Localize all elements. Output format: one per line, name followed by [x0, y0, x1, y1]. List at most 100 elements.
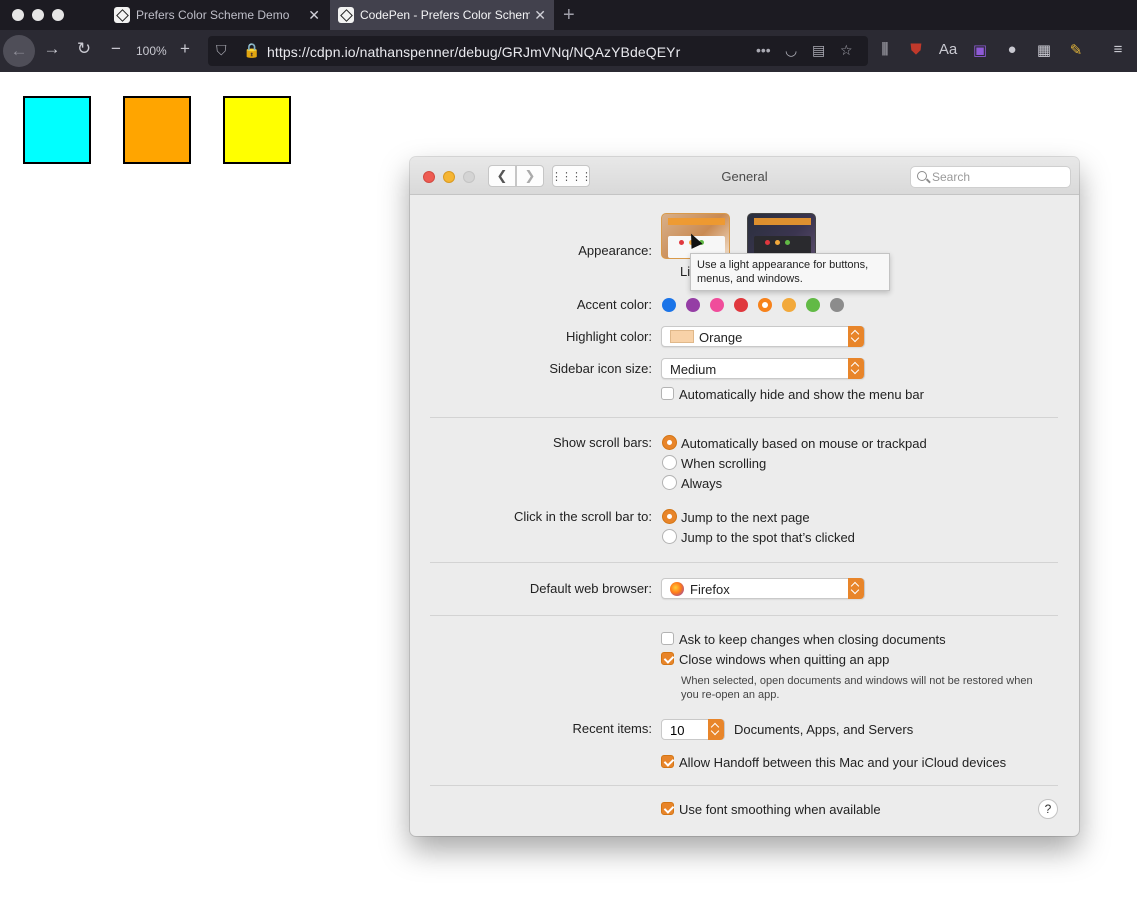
accent-color-swatch[interactable] [710, 298, 724, 312]
accent-color-swatch[interactable] [758, 298, 772, 312]
codepen-icon [114, 7, 130, 23]
sidebar-icon-size-value: Medium [670, 362, 717, 377]
yellow-square [223, 96, 291, 164]
jump-next-page-radio[interactable] [662, 509, 677, 524]
window-titlebar: ❮ ❯ ⋮⋮⋮⋮ General [410, 157, 1079, 195]
tab-prefers-color-scheme-demo[interactable]: Prefers Color Scheme Demo ✕ [104, 0, 328, 30]
sidebar-icon-size-label: Sidebar icon size: [549, 361, 652, 376]
scroll-auto-radio[interactable] [662, 435, 677, 450]
appearance-tooltip: Use a light appearance for buttons, menu… [690, 253, 890, 291]
highlight-color-label: Highlight color: [566, 329, 652, 344]
pencil-icon[interactable]: ✎ [1066, 41, 1086, 59]
browser-tab-bar: Prefers Color Scheme Demo ✕ CodePen - Pr… [0, 0, 1137, 30]
popup-arrows-icon [708, 719, 724, 740]
search-icon [917, 171, 927, 181]
font-icon[interactable]: Aa [938, 41, 958, 58]
divider [430, 417, 1058, 418]
lock-icon[interactable]: 🔒 [243, 42, 260, 59]
extension-icon[interactable]: ▦ [1034, 41, 1054, 59]
font-smoothing-label[interactable]: Use font smoothing when available [679, 802, 881, 817]
jump-next-page-label[interactable]: Jump to the next page [681, 510, 810, 525]
recent-items-value: 10 [670, 723, 685, 738]
reload-button[interactable]: ↻ [72, 39, 96, 59]
accent-color-label: Accent color: [576, 297, 652, 312]
zoom-level[interactable]: 100% [136, 44, 167, 58]
tab-title: Prefers Color Scheme Demo [136, 8, 290, 22]
appearance-label: Appearance: [578, 243, 652, 258]
close-tab-icon[interactable]: ✕ [308, 7, 320, 24]
appearance-light-caption: Li [680, 264, 691, 279]
zoom-in-button[interactable]: + [173, 39, 197, 59]
handoff-label[interactable]: Allow Handoff between this Mac and your … [679, 755, 1006, 770]
divider [430, 562, 1058, 563]
url-bar[interactable]: ⛉ 🔒 https://cdpn.io/nathanspenner/debug/… [208, 36, 868, 66]
search-field[interactable] [910, 166, 1071, 188]
ublock-icon[interactable]: ⛊ [906, 41, 926, 58]
sidebar-icon-size-popup[interactable]: Medium [661, 358, 865, 379]
zoom-out-button[interactable]: − [104, 39, 128, 59]
menu-icon[interactable]: ≡ [1108, 41, 1128, 58]
browser-nav-bar: ← → ↻ − 100% + ⛉ 🔒 https://cdpn.io/natha… [0, 30, 1137, 72]
popup-arrows-icon [848, 358, 864, 379]
codepen-icon [338, 7, 354, 23]
window-minimize-button[interactable] [32, 9, 44, 21]
accent-color-swatch[interactable] [686, 298, 700, 312]
forward-button[interactable]: → [40, 39, 64, 59]
popup-arrows-icon [848, 578, 864, 599]
accent-color-swatch[interactable] [662, 298, 676, 312]
back-button[interactable]: ← [3, 35, 35, 67]
bookmark-star-icon[interactable]: ☆ [840, 42, 853, 59]
show-scroll-bars-label: Show scroll bars: [553, 435, 652, 450]
orange-square [123, 96, 191, 164]
jump-to-spot-label[interactable]: Jump to the spot that’s clicked [681, 530, 855, 545]
handoff-checkbox[interactable] [661, 755, 674, 768]
account-icon[interactable]: ● [1002, 41, 1022, 58]
tab-title: CodePen - Prefers Color Schem [360, 8, 530, 22]
help-button[interactable]: ? [1038, 799, 1058, 819]
tab-codepen[interactable]: CodePen - Prefers Color Schem ✕ [330, 0, 554, 30]
firefox-icon [670, 582, 684, 596]
jump-to-spot-radio[interactable] [662, 529, 677, 544]
shield-icon[interactable]: ⛉ [216, 42, 227, 59]
accent-color-swatch[interactable] [830, 298, 844, 312]
recent-items-suffix: Documents, Apps, and Servers [734, 722, 914, 737]
highlight-color-popup[interactable]: Orange [661, 326, 865, 347]
close-tab-icon[interactable]: ✕ [534, 7, 546, 24]
default-browser-label: Default web browser: [529, 581, 652, 596]
recent-items-label: Recent items: [572, 721, 652, 736]
close-windows-note: When selected, open documents and window… [681, 675, 1033, 701]
click-scroll-bar-label: Click in the scroll bar to: [514, 509, 652, 524]
onenote-icon[interactable]: ▣ [970, 41, 990, 59]
popup-arrows-icon [848, 326, 864, 347]
accent-color-swatch[interactable] [782, 298, 796, 312]
scroll-auto-label[interactable]: Automatically based on mouse or trackpad [681, 436, 927, 451]
ask-keep-changes-checkbox[interactable] [661, 632, 674, 645]
font-smoothing-checkbox[interactable] [661, 802, 674, 815]
search-input[interactable] [932, 170, 1062, 184]
pocket-icon[interactable]: ◡ [785, 42, 797, 59]
new-tab-button[interactable]: + [563, 4, 575, 27]
scroll-when-scrolling-radio[interactable] [662, 455, 677, 470]
close-windows-label[interactable]: Close windows when quitting an app [679, 652, 889, 667]
page-actions-icon[interactable]: ••• [756, 42, 771, 58]
menubar-autohide-checkbox[interactable] [661, 387, 674, 400]
scroll-always-label[interactable]: Always [681, 476, 722, 491]
menubar-autohide-label[interactable]: Automatically hide and show the menu bar [679, 387, 924, 402]
close-windows-checkbox[interactable] [661, 652, 674, 665]
reader-view-icon[interactable]: ▤ [812, 42, 825, 59]
window-close-button[interactable] [12, 9, 24, 21]
accent-color-swatch[interactable] [734, 298, 748, 312]
url-text[interactable]: https://cdpn.io/nathanspenner/debug/GRJm… [267, 44, 680, 60]
system-preferences-window: ❮ ❯ ⋮⋮⋮⋮ General Appearance: Li Use a li… [410, 157, 1079, 836]
default-browser-popup[interactable]: Firefox [661, 578, 865, 599]
scroll-when-scrolling-label[interactable]: When scrolling [681, 456, 766, 471]
highlight-swatch [670, 330, 694, 343]
ask-keep-changes-label[interactable]: Ask to keep changes when closing documen… [679, 632, 946, 647]
divider [430, 785, 1058, 786]
window-zoom-button[interactable] [52, 9, 64, 21]
recent-items-stepper[interactable]: 10 [661, 719, 725, 740]
divider [430, 615, 1058, 616]
accent-color-swatch[interactable] [806, 298, 820, 312]
library-icon[interactable]: ⫼ [875, 41, 895, 58]
scroll-always-radio[interactable] [662, 475, 677, 490]
